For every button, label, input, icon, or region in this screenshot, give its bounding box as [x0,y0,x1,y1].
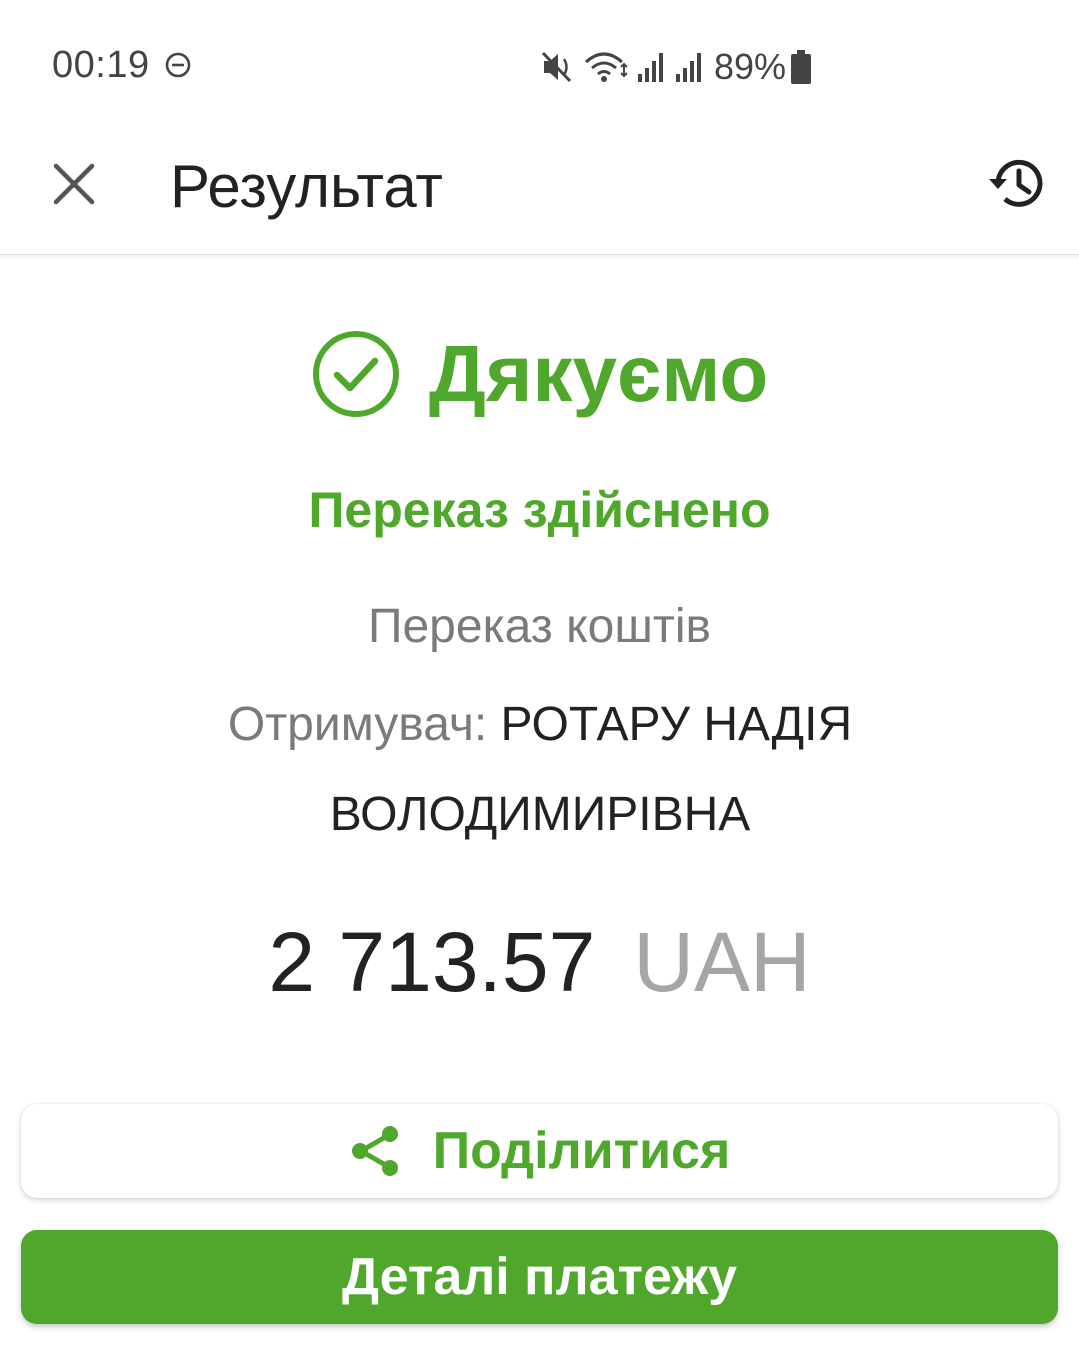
thanks-heading: Дякуємо [428,329,769,418]
battery-icon [791,50,812,84]
wifi-icon [585,52,628,82]
status-bar: 00:19 89% [0,0,1079,130]
success-header: Дякуємо [0,326,1079,422]
recipient: Отримувач: РОТАРУ НАДІЯ ВОЛОДИМИРІВНА [140,680,940,860]
payment-details-label: Деталі платежу [341,1248,738,1306]
check-circle-icon [312,331,399,417]
page-title: Результат [170,153,443,220]
close-icon [53,163,95,205]
signal-icon [676,53,701,82]
share-icon [351,1126,398,1176]
status-icons: 89% [540,44,812,90]
recipient-label: Отримувач: [227,698,488,751]
app-bar: Результат [0,130,1079,255]
transfer-status: Переказ здійснено [308,482,771,538]
do-not-disturb-icon [165,52,191,78]
mute-icon [541,51,572,83]
history-icon [989,159,1043,207]
amount-value: 2 713.57 [268,915,596,1009]
payment-details-button[interactable]: Деталі платежу [21,1230,1058,1324]
operation-type: Переказ коштів [367,600,712,653]
battery-level: 89% [714,46,787,87]
close-button[interactable] [42,152,106,216]
amount-row: 2 713.57 UAH [0,912,1079,1037]
history-button[interactable] [983,150,1051,218]
amount-currency: UAH [633,915,811,1009]
share-button[interactable]: Поділитися [21,1104,1058,1198]
signal-icon [638,53,663,82]
share-label: Поділитися [432,1122,731,1180]
status-time: 00:19 [52,44,150,86]
